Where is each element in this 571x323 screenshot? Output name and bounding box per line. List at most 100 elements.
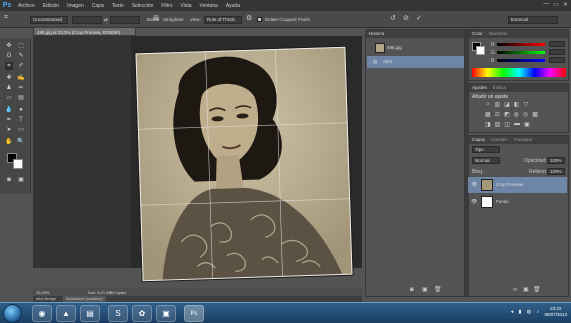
move-tool-icon[interactable]: ✥ [5, 42, 13, 50]
invert-icon[interactable]: ◨ [485, 121, 491, 128]
height-field[interactable] [110, 16, 140, 24]
channel-g-value[interactable] [549, 49, 565, 55]
history-brush-tool-icon[interactable]: ✏ [17, 84, 25, 92]
history-snapshot[interactable]: 488.jpg [367, 42, 464, 54]
brightness-icon[interactable]: ☼ [485, 101, 491, 108]
history-panel-title[interactable]: Historia [369, 30, 384, 38]
layer-fondo[interactable]: 👁 Fondo [468, 194, 567, 210]
curves-icon[interactable]: ◪ [504, 101, 510, 108]
new-document-icon[interactable]: ▣ [422, 286, 428, 293]
screen-mode-icon[interactable]: ▣ [17, 176, 25, 184]
channel-r-value[interactable] [549, 41, 565, 47]
eye-icon[interactable]: 👁 [471, 177, 477, 193]
tab-canales[interactable]: Canales [491, 136, 508, 144]
commit-icon[interactable]: ✓ [416, 14, 422, 22]
link-layers-icon[interactable]: ∞ [513, 287, 517, 293]
menu-texto[interactable]: Texto [108, 3, 128, 9]
channel-b-slider[interactable] [497, 59, 545, 62]
opacity-value[interactable]: 100% [547, 157, 565, 164]
selective-color-icon[interactable]: ▣ [524, 121, 530, 128]
folder-icon[interactable]: ▤ [80, 305, 100, 322]
channel-r-slider[interactable] [497, 43, 545, 46]
mixer-icon[interactable]: ◎ [523, 111, 528, 118]
menu-edicion[interactable]: Edición [39, 3, 63, 9]
skype-icon[interactable]: S [108, 305, 128, 322]
new-layer-icon[interactable]: ▣ [523, 286, 529, 293]
zoom-level[interactable]: 33,33% [36, 290, 50, 295]
threshold-icon[interactable]: ◫ [504, 121, 510, 128]
exposure-icon[interactable]: ◧ [514, 101, 520, 108]
tab-muestras[interactable]: Muestras [489, 30, 508, 38]
eraser-tool-icon[interactable]: ▱ [5, 94, 13, 102]
gradient-tool-icon[interactable]: ▤ [17, 94, 25, 102]
blend-mode-select[interactable]: Normal [472, 157, 500, 164]
document-tab[interactable]: 488.jpg al 33,3% (Crop Preview, RGB/8#) [33, 27, 136, 36]
lasso-tool-icon[interactable]: ʘ [5, 52, 13, 60]
color-background[interactable] [476, 46, 485, 55]
posterize-icon[interactable]: ▧ [495, 121, 501, 128]
layer-crop-preview[interactable]: 👁 Crop Preview [468, 177, 567, 193]
view-select[interactable]: Rule of Thirds [204, 16, 242, 24]
eye-icon[interactable]: 👁 [471, 194, 477, 210]
eyedropper-tool-icon[interactable]: ✐ [17, 62, 25, 70]
healing-tool-icon[interactable]: ✚ [5, 74, 13, 82]
delete-cropped-checkbox[interactable]: ✓ [257, 17, 262, 22]
lookup-icon[interactable]: ▩ [532, 111, 538, 118]
balance-icon[interactable]: ⚖ [495, 111, 500, 118]
maximize-button[interactable]: ▭ [553, 1, 559, 8]
start-button[interactable] [3, 304, 22, 323]
vlc-icon[interactable]: ▲ [56, 305, 76, 322]
brush-tool-icon[interactable]: ✍ [17, 74, 25, 82]
trash-icon[interactable]: 🗑 [434, 286, 442, 293]
width-field[interactable] [72, 16, 102, 24]
crop-tool-icon[interactable]: ⌗ [4, 14, 8, 22]
gradient-map-icon[interactable]: ▬ [514, 121, 520, 128]
menu-archivo[interactable]: Archivo [14, 3, 39, 9]
tab-color[interactable]: Color [472, 30, 483, 38]
reset-icon[interactable]: ↺ [390, 14, 396, 22]
quick-select-tool-icon[interactable]: ✎ [17, 52, 25, 60]
close-button[interactable]: ✕ [563, 1, 568, 8]
zoom-tool-icon[interactable]: 🔍 [17, 138, 25, 146]
paint-icon[interactable]: ✿ [132, 305, 152, 322]
blur-tool-icon[interactable]: 💧 [5, 106, 13, 114]
menu-seleccion[interactable]: Selección [128, 3, 158, 9]
hand-tool-icon[interactable]: ✋ [5, 138, 13, 146]
marquee-tool-icon[interactable]: ⬚ [17, 42, 25, 50]
ratio-select[interactable]: Unconstrained [30, 16, 68, 24]
photo-filter-icon[interactable]: ◍ [514, 111, 519, 118]
minimize-button[interactable]: — [543, 1, 549, 8]
cancel-icon[interactable]: ⊘ [403, 14, 409, 22]
photo-portrait[interactable] [135, 46, 353, 282]
type-tool-icon[interactable]: T [17, 116, 25, 124]
menu-capa[interactable]: Capa [88, 3, 108, 9]
swap-dimensions-icon[interactable]: ⇄ [104, 17, 108, 23]
hue-icon[interactable]: ▦ [485, 111, 491, 118]
levels-icon[interactable]: ▥ [495, 101, 501, 108]
trash-icon[interactable]: 🗑 [533, 286, 541, 293]
dodge-tool-icon[interactable]: ● [17, 106, 25, 114]
tab-trazados[interactable]: Trazados [514, 136, 533, 144]
clock[interactable]: 23:22 06/07/2013 [544, 306, 567, 318]
pen-tool-icon[interactable]: ✒ [5, 116, 13, 124]
tab-estilos[interactable]: Estilos [493, 84, 506, 92]
menu-filtro[interactable]: Filtro [157, 3, 176, 9]
color-spectrum[interactable] [472, 68, 566, 77]
gear-icon[interactable]: ⚙ [246, 14, 252, 22]
menu-imagen[interactable]: Imagen [63, 3, 88, 9]
camera-icon[interactable]: ◙ [410, 287, 414, 293]
path-select-tool-icon[interactable]: ➤ [5, 126, 13, 134]
bw-icon[interactable]: ◩ [504, 111, 510, 118]
quick-mask-icon[interactable]: ◙ [5, 176, 13, 184]
firefox-icon[interactable]: ◉ [32, 305, 52, 322]
system-tray-icons[interactable]: ◂ ▮ ◍ ♪ [511, 309, 541, 315]
layer-kind-filter[interactable]: Tipo [472, 146, 500, 153]
channel-b-value[interactable] [549, 57, 565, 63]
fill-value[interactable]: 100% [547, 168, 565, 175]
menu-ventana[interactable]: Ventana [196, 3, 222, 9]
background-color-swatch[interactable] [13, 159, 23, 169]
workspace-select[interactable]: Esencial [508, 16, 558, 24]
channel-g-slider[interactable] [497, 51, 545, 54]
straighten-icon[interactable]: ⊞ [153, 14, 159, 22]
menu-ayuda[interactable]: Ayuda [222, 3, 244, 9]
